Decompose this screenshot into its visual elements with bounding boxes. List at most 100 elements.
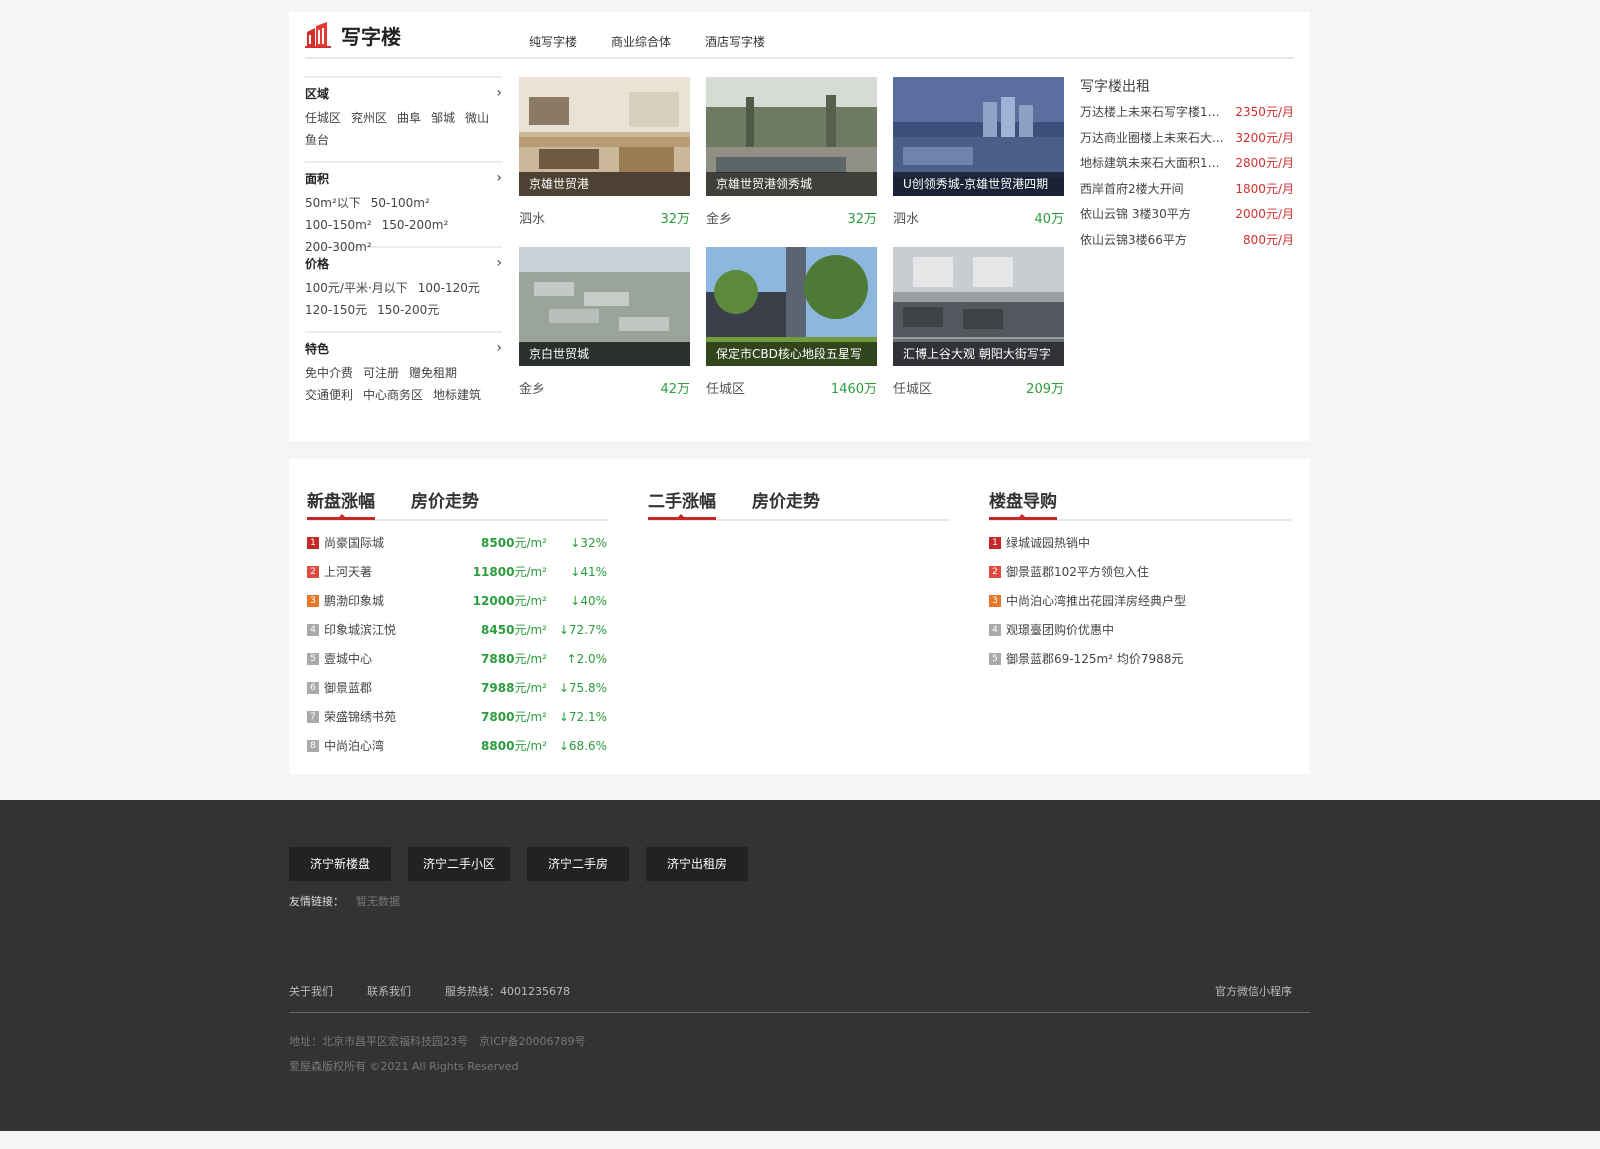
filter-option[interactable]: 免中介费 <box>305 362 353 384</box>
guide-text: 中尚泊心湾推出花园洋房经典户型 <box>1006 594 1187 608</box>
filter-size-header[interactable]: 面积 › <box>305 170 502 186</box>
tab-pure-office[interactable]: 纯写字楼 <box>529 33 577 50</box>
listing-photo[interactable]: 京雄世贸港领秀城 <box>706 77 877 196</box>
filter-option[interactable]: 150-200m² <box>382 214 449 236</box>
guide-item[interactable]: 2 御景蓝郡102平方领包入住 <box>989 557 1291 586</box>
ranking-row[interactable]: 4 印象城滨江悦 8450元/m² ↓72.7% <box>307 615 609 644</box>
filter-label: 面积 <box>305 171 330 186</box>
footer-button-second-hand-homes[interactable]: 济宁二手房 <box>527 847 629 881</box>
filter-option[interactable]: 赠免租期 <box>409 362 457 384</box>
filter-option[interactable]: 100-120元 <box>418 277 480 299</box>
ranking-unit: 元/m² <box>514 536 547 550</box>
listing-card[interactable]: U创领秀城-京雄世贸港四期 泗水 40万 <box>893 77 1064 227</box>
ranking-price: 8500 <box>481 536 515 550</box>
ranking-row[interactable]: 2 上河天著 11800元/m² ↓41% <box>307 557 609 586</box>
filter-size: 面积 › 50m²以下 50-100m²100-150m² 150-200m²200-… <box>305 161 502 254</box>
rent-item[interactable]: 依山云锦 3楼30平方 2000元/月 <box>1080 202 1294 228</box>
listing-photo[interactable]: 保定市CBD核心地段五星写 <box>706 247 877 366</box>
filter-label: 特色 <box>305 341 330 356</box>
filter-option[interactable]: 地标建筑 <box>433 384 481 406</box>
tab-second-increase[interactable]: 二手涨幅 <box>648 487 716 520</box>
tab-property-guide[interactable]: 楼盘导购 <box>989 487 1057 520</box>
filter-option[interactable]: 150-200元 <box>377 299 439 321</box>
footer-link-contact[interactable]: 联系我们 <box>367 985 411 998</box>
filter-option[interactable]: 交通便利 <box>305 384 353 406</box>
ranking-change: ↓72.1% <box>558 709 607 724</box>
footer-button-rentals[interactable]: 济宁出租房 <box>646 847 748 881</box>
filter-option[interactable]: 鱼台 <box>305 129 329 151</box>
ranking-row[interactable]: 6 御景蓝郡 7988元/m² ↓75.8% <box>307 673 609 702</box>
filter-option[interactable]: 可注册 <box>363 362 399 384</box>
listing-photo[interactable]: U创领秀城-京雄世贸港四期 <box>893 77 1064 196</box>
ranking-unit: 元/m² <box>514 594 547 608</box>
ranking-unit: 元/m² <box>514 565 547 579</box>
footer-button-second-hand-communities[interactable]: 济宁二手小区 <box>408 847 510 881</box>
rent-name: 万达商业圈楼上未来石大... <box>1080 130 1224 145</box>
guide-item[interactable]: 4 观璟臺团购价优惠中 <box>989 615 1291 644</box>
ranking-unit: 元/m² <box>514 623 547 637</box>
listing-caption: 汇博上谷大观 朝阳大街写字 <box>893 342 1064 366</box>
chevron-right-icon: › <box>496 170 502 186</box>
listing-caption: 京雄世贸港领秀城 <box>706 172 877 196</box>
listing-photo[interactable]: 京白世贸城 <box>519 247 690 366</box>
rent-item[interactable]: 万达楼上未来石写字楼10... 2350元/月 <box>1080 100 1294 126</box>
filter-feature-header[interactable]: 特色 › <box>305 340 502 356</box>
ranking-change: ↓32% <box>570 535 607 550</box>
listing-photo[interactable]: 京雄世贸港 <box>519 77 690 196</box>
filter-option[interactable]: 100元/平米·月以下 <box>305 277 408 299</box>
tab-new-increase[interactable]: 新盘涨幅 <box>307 487 375 520</box>
filter-area-header[interactable]: 区域 › <box>305 85 502 101</box>
tab-second-price-trend[interactable]: 房价走势 <box>752 487 820 512</box>
tab-hotel-office[interactable]: 酒店写字楼 <box>705 33 765 50</box>
ranking-change: ↑2.0% <box>566 651 607 666</box>
listing-price: 42万 <box>660 382 690 397</box>
ranking-name: 上河天著 <box>324 565 373 579</box>
filter-option[interactable]: 50-100m² <box>371 192 430 214</box>
ranking-row[interactable]: 5 壹城中心 7880元/m² ↑2.0% <box>307 644 609 673</box>
listing-photo[interactable]: 汇博上谷大观 朝阳大街写字 <box>893 247 1064 366</box>
ranking-name: 印象城滨江悦 <box>324 623 397 637</box>
filter-option[interactable]: 邹城 <box>431 107 455 129</box>
tab-indicator <box>676 514 686 519</box>
filter-option[interactable]: 任城区 <box>305 107 341 129</box>
rent-item[interactable]: 万达商业圈楼上未来石大... 3200元/月 <box>1080 126 1294 152</box>
guide-item[interactable]: 5 御景蓝郡69-125m² 均价7988元 <box>989 644 1291 673</box>
filter-option[interactable]: 100-150m² <box>305 214 372 236</box>
guide-item[interactable]: 1 绿城诚园热销中 <box>989 528 1291 557</box>
rent-item[interactable]: 地标建筑未来石大面积11... 2800元/月 <box>1080 151 1294 177</box>
listing-card[interactable]: 汇博上谷大观 朝阳大街写字 任城区 209万 <box>893 247 1064 397</box>
guide-item[interactable]: 3 中尚泊心湾推出花园洋房经典户型 <box>989 586 1291 615</box>
ranking-row[interactable]: 7 荣盛锦绣书苑 7800元/m² ↓72.1% <box>307 702 609 731</box>
ranking-row[interactable]: 1 尚豪国际城 8500元/m² ↓32% <box>307 528 609 557</box>
footer-button-new-homes[interactable]: 济宁新楼盘 <box>289 847 391 881</box>
footer-hotline: 服务热线：4001235678 <box>445 985 570 998</box>
rent-item[interactable]: 依山云锦3楼66平方 800元/月 <box>1080 228 1294 254</box>
filter-option[interactable]: 微山 <box>465 107 489 129</box>
filter-option[interactable]: 中心商务区 <box>363 384 423 406</box>
filter-option[interactable]: 兖州区 <box>351 107 387 129</box>
tab-commercial-complex[interactable]: 商业综合体 <box>611 33 671 50</box>
ranking-price: 7988 <box>481 681 515 695</box>
chevron-right-icon: › <box>496 340 502 356</box>
listing-card[interactable]: 保定市CBD核心地段五星写 任城区 1460万 <box>706 247 877 397</box>
rent-item[interactable]: 西岸首府2楼大开间 1800元/月 <box>1080 177 1294 203</box>
filter-option[interactable]: 曲阜 <box>397 107 421 129</box>
rank-badge: 4 <box>989 623 1001 636</box>
footer-mini-program-link[interactable]: 官方微信小程序 <box>1215 983 1292 999</box>
listing-card[interactable]: 京雄世贸港领秀城 金乡 32万 <box>706 77 877 227</box>
rent-price: 2350元/月 <box>1235 105 1294 119</box>
filter-option[interactable]: 120-150元 <box>305 299 367 321</box>
tab-price-trend[interactable]: 房价走势 <box>411 487 479 512</box>
rank-badge: 2 <box>307 565 319 578</box>
footer-link-about[interactable]: 关于我们 <box>289 985 333 998</box>
ranking-row[interactable]: 8 中尚泊心湾 8800元/m² ↓68.6% <box>307 731 609 760</box>
ranking-name: 鹏渤印象城 <box>324 594 385 608</box>
friend-links-label: 友情链接： <box>289 895 344 908</box>
rent-title: 写字楼出租 <box>1080 79 1150 95</box>
ranking-row[interactable]: 3 鹏渤印象城 12000元/m² ↓40% <box>307 586 609 615</box>
rank-badge: 1 <box>307 536 319 549</box>
rent-price: 1800元/月 <box>1235 181 1294 196</box>
filter-option[interactable]: 50m²以下 <box>305 192 361 214</box>
listing-card[interactable]: 京白世贸城 金乡 42万 <box>519 247 690 397</box>
listing-card[interactable]: 京雄世贸港 泗水 32万 <box>519 77 690 227</box>
